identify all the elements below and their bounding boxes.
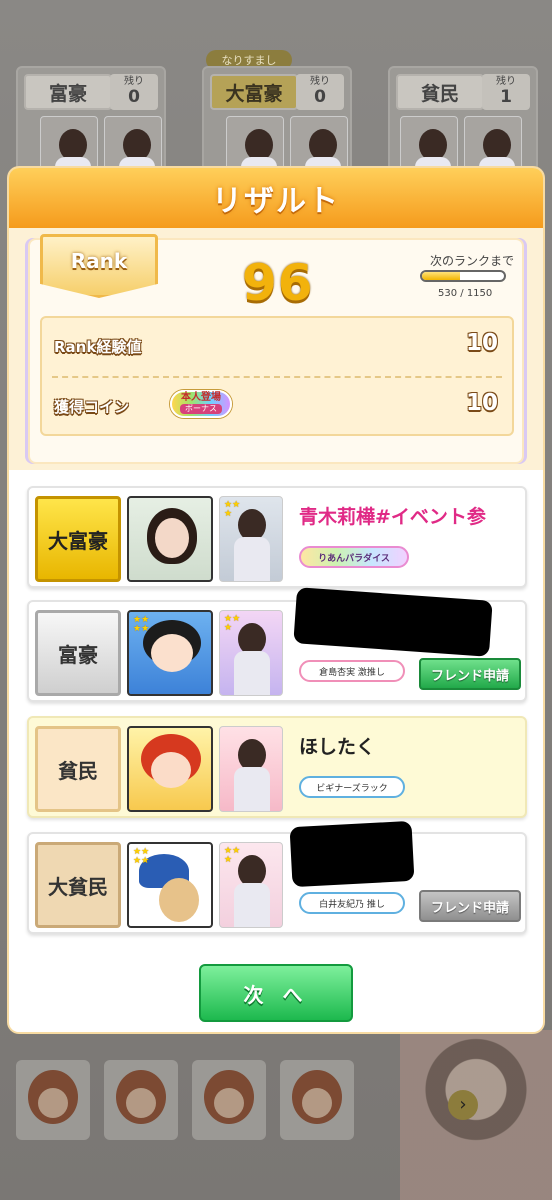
player-row-self: 貧民 ほしたく ビギナーズラック — [27, 716, 527, 818]
star-icon: ★★ ★★ — [133, 847, 150, 866]
player-avatar[interactable]: ★★ ★★ — [127, 610, 213, 696]
result-modal: リザルト Rank 96 次のランクまで 530 / 1150 Rank経験値 … — [9, 168, 543, 1032]
rank-panel: Rank 96 次のランクまで 530 / 1150 Rank経験値 10 獲得… — [28, 234, 524, 464]
star-icon: ★★ ★ — [224, 500, 241, 519]
player-title-badge: 富豪 — [35, 610, 121, 696]
player-tag: 倉島杏実 激推し — [299, 660, 405, 682]
player-row: 富豪 ★★ ★★ ★★ ★ 倉島杏実 激推し フレンド申請 — [27, 587, 527, 702]
player-card: ★★ ★ — [219, 842, 283, 928]
player-avatar[interactable] — [127, 726, 213, 812]
bg-hand-card — [16, 1060, 90, 1140]
bg-hand-card — [104, 1060, 178, 1140]
rank-progress-bar — [420, 270, 506, 282]
bg-avatar — [40, 116, 98, 176]
star-icon: ★★ ★★ — [133, 615, 150, 634]
bg-next-arrow-icon: › — [448, 1090, 478, 1120]
player-tag: 白井友紀乃 推し — [299, 892, 405, 914]
player-name: 青木莉樺#イベント参 — [299, 506, 486, 528]
player-title-badge: 貧民 — [35, 726, 121, 812]
player-card: ★★ ★ — [219, 610, 283, 696]
player-avatar[interactable]: ★★ ★★ — [127, 842, 213, 928]
appearance-bonus-badge: 本人登場 ボーナス — [170, 390, 232, 418]
friend-request-button-disabled[interactable]: フレンド申請 — [419, 890, 521, 922]
bg-player-right: 貧民 残り 1 — [388, 66, 538, 176]
rank-value: 96 — [242, 254, 314, 312]
bg-player-left: 富豪 残り 0 — [16, 66, 166, 176]
next-rank-label: 次のランクまで — [430, 254, 515, 268]
modal-header: リザルト — [9, 168, 543, 228]
exp-value: 10 — [465, 330, 498, 356]
player-tag: ビギナーズラック — [299, 776, 405, 798]
player-tag: りあんパラダイス — [299, 546, 409, 568]
friend-request-button[interactable]: フレンド申請 — [419, 658, 521, 690]
rank-label: Rank — [70, 249, 128, 273]
bg-player-remaining: 残り 0 — [296, 74, 344, 110]
bg-player-rank: 貧民 — [396, 74, 484, 110]
bg-avatar — [226, 116, 284, 176]
exp-label: Rank経験値 — [54, 338, 142, 356]
bg-avatar — [400, 116, 458, 176]
star-icon: ★★ ★ — [224, 614, 241, 633]
player-avatar[interactable] — [127, 496, 213, 582]
bg-player-center: 大富豪 残り 0 — [202, 66, 352, 176]
bg-hand-card — [192, 1060, 266, 1140]
rank-badge: Rank — [40, 234, 158, 298]
next-button[interactable]: 次 へ — [199, 964, 353, 1022]
bg-hand-card — [280, 1060, 354, 1140]
rank-progress-text: 530 / 1150 — [438, 288, 493, 299]
player-name: ほしたく — [299, 736, 376, 758]
bg-player-rank: 富豪 — [24, 74, 112, 110]
bg-player-remaining: 残り 1 — [482, 74, 530, 110]
player-row: 大富豪 ★★ ★ 青木莉樺#イベント参 りあんパラダイス — [27, 486, 527, 588]
player-title-badge: 大貧民 — [35, 842, 121, 928]
rank-area: Rank 96 次のランクまで 530 / 1150 Rank経験値 10 獲得… — [9, 228, 543, 470]
player-row: 大貧民 ★★ ★★ ★★ ★ 白井友紀乃 推し フレンド申請 — [27, 820, 527, 934]
redacted-name — [289, 820, 415, 888]
coin-value: 10 — [465, 390, 498, 416]
bg-character-illustration — [400, 1030, 552, 1200]
player-card: ★★ ★ — [219, 496, 283, 582]
modal-title: リザルト — [212, 184, 340, 219]
divider — [52, 376, 502, 378]
player-title-badge: 大富豪 — [35, 496, 121, 582]
star-icon: ★★ ★ — [224, 846, 241, 865]
bg-card — [464, 116, 522, 176]
redacted-name — [293, 587, 493, 657]
bg-player-rank: 大富豪 — [210, 74, 298, 110]
player-results: 大富豪 ★★ ★ 青木莉樺#イベント参 りあんパラダイス 富豪 ★★ ★★ ★★ ★ … — [9, 470, 543, 1032]
coin-label: 獲得コイン — [54, 398, 130, 416]
bg-player-remaining: 残り 0 — [110, 74, 158, 110]
rank-progress-fill — [422, 272, 460, 280]
reward-stats: Rank経験値 10 獲得コイン 本人登場 ボーナス 10 — [40, 316, 514, 436]
bg-card — [290, 116, 348, 176]
bg-card — [104, 116, 162, 176]
player-card — [219, 726, 283, 812]
